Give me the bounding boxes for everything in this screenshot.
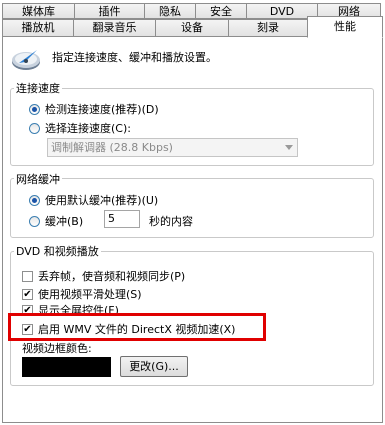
tab-security[interactable]: 安全	[195, 3, 247, 19]
detect-speed-radio[interactable]	[29, 103, 40, 115]
default-buffer-option[interactable]: 使用默认缓冲(推荐)(U)	[29, 192, 158, 208]
connection-speed-title: 连接速度	[14, 80, 62, 96]
performance-gauge-icon	[10, 41, 42, 73]
tab-rip-music[interactable]: 翻录音乐	[73, 19, 156, 37]
connection-speed-dropdown[interactable]: 调制解调器 (28.8 Kbps)	[47, 138, 298, 157]
default-buffer-radio[interactable]	[29, 194, 40, 206]
video-smoothing-checkbox[interactable]: ✔	[22, 288, 33, 300]
highlight-box	[8, 313, 266, 341]
connection-speed-value: 调制解调器 (28.8 Kbps)	[51, 141, 173, 154]
buffer-seconds-suffix: 秒的内容	[149, 215, 193, 228]
choose-speed-radio[interactable]	[29, 122, 40, 134]
video-smoothing-option[interactable]: ✔ 使用视频平滑处理(S)	[22, 286, 142, 302]
custom-buffer-label: 缓冲(B)	[45, 215, 84, 228]
tab-performance[interactable]: 性能	[307, 16, 383, 38]
network-buffering-group	[10, 178, 374, 238]
network-buffering-title: 网络缓冲	[14, 171, 62, 187]
choose-speed-option[interactable]: 选择连接速度(C):	[29, 120, 131, 136]
custom-buffer-option[interactable]: 缓冲(B)	[29, 213, 83, 229]
header-description: 指定连接速度、缓冲和播放设置。	[52, 51, 217, 64]
drop-frames-label: 丢弃帧，使音频和视频同步(P)	[38, 270, 186, 283]
video-border-color-label: 视频边框颜色:	[22, 342, 92, 355]
custom-buffer-radio[interactable]	[29, 215, 40, 227]
tab-player[interactable]: 播放机	[2, 19, 74, 37]
tab-devices[interactable]: 设备	[155, 19, 229, 37]
drop-frames-checkbox[interactable]	[22, 270, 33, 282]
tab-burn[interactable]: 刻录	[228, 19, 308, 37]
tab-media-library[interactable]: 媒体库	[2, 3, 75, 19]
video-border-color-swatch	[22, 357, 111, 377]
tab-plugins[interactable]: 插件	[74, 3, 145, 19]
tab-privacy[interactable]: 隐私	[144, 3, 196, 19]
detect-speed-label: 检测连接速度(推荐)(D)	[45, 103, 159, 116]
drop-frames-option[interactable]: 丢弃帧，使音频和视频同步(P)	[22, 268, 185, 284]
chevron-down-icon	[285, 145, 293, 150]
buffer-seconds-input[interactable]: 5	[104, 210, 140, 228]
change-color-button[interactable]: 更改(G)...	[120, 356, 188, 377]
choose-speed-label: 选择连接速度(C):	[45, 122, 131, 135]
default-buffer-label: 使用默认缓冲(推荐)(U)	[45, 194, 159, 207]
video-smoothing-label: 使用视频平滑处理(S)	[38, 288, 142, 301]
dvd-video-title: DVD 和视频播放	[14, 243, 101, 259]
detect-speed-option[interactable]: 检测连接速度(推荐)(D)	[29, 101, 159, 117]
